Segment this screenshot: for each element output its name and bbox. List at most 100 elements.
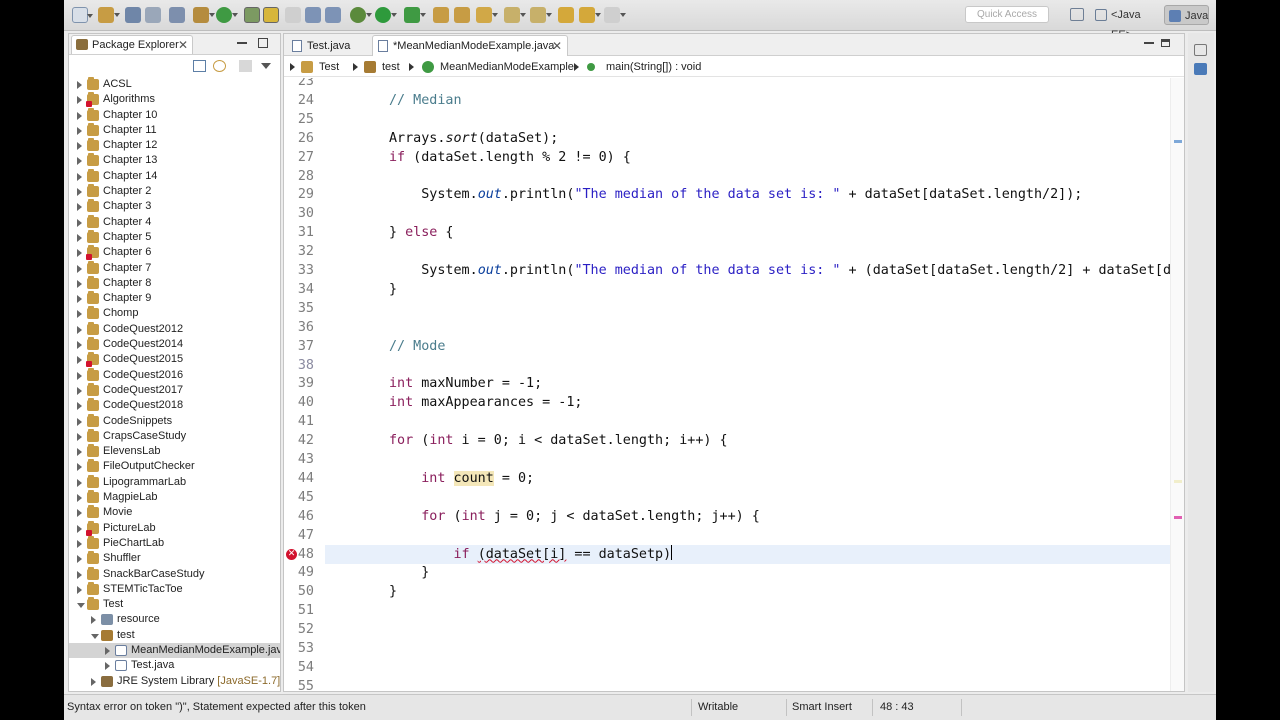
forward-icon[interactable] bbox=[604, 7, 626, 23]
chevron-right-icon[interactable] bbox=[77, 570, 82, 579]
save-icon[interactable] bbox=[125, 7, 141, 23]
tree-item[interactable]: FileOutputChecker bbox=[69, 459, 280, 474]
tree-item[interactable]: Shuffler bbox=[69, 551, 280, 566]
code-line[interactable]: 51 bbox=[284, 601, 1170, 620]
tree-item[interactable]: Chapter 14 bbox=[69, 168, 280, 184]
overview-marker[interactable] bbox=[1174, 140, 1182, 143]
tree-item[interactable]: CodeQuest2017 bbox=[69, 382, 280, 398]
tree-item[interactable]: CodeSnippets bbox=[69, 413, 280, 429]
chevron-right-icon[interactable] bbox=[77, 432, 82, 441]
tree-item[interactable]: Movie bbox=[69, 505, 280, 520]
code-line[interactable]: 24 // Median bbox=[284, 91, 1170, 110]
previous-annotation-icon[interactable] bbox=[530, 7, 552, 23]
mark-occurrences-icon[interactable] bbox=[244, 7, 260, 23]
chevron-right-icon[interactable] bbox=[77, 310, 82, 319]
external-tools-icon[interactable] bbox=[404, 7, 426, 23]
chevron-right-icon[interactable] bbox=[77, 96, 82, 105]
error-icon[interactable]: ✕ bbox=[286, 548, 297, 560]
breadcrumb-method[interactable]: main(String[]) : void bbox=[606, 57, 701, 77]
chevron-down-icon[interactable] bbox=[77, 603, 85, 609]
tree-item[interactable]: Chapter 9 bbox=[69, 291, 280, 306]
chevron-right-icon[interactable] bbox=[77, 203, 82, 212]
tab-test-java[interactable]: Test.java bbox=[286, 35, 372, 56]
chevron-down-icon[interactable] bbox=[91, 633, 99, 639]
chevron-right-icon[interactable] bbox=[77, 233, 82, 242]
chevron-right-icon[interactable] bbox=[77, 386, 82, 395]
minimize-icon[interactable] bbox=[1144, 42, 1154, 44]
chevron-right-icon[interactable] bbox=[91, 677, 96, 686]
code-line[interactable]: 35 bbox=[284, 299, 1170, 318]
tree-item[interactable]: Chomp bbox=[69, 306, 280, 321]
breadcrumb-package[interactable]: test bbox=[382, 57, 400, 77]
tree-item[interactable]: CodeQuest2016 bbox=[69, 367, 280, 383]
tree-item[interactable]: ACSL bbox=[69, 77, 280, 92]
server-icon[interactable] bbox=[193, 7, 215, 23]
code-line[interactable]: 25 bbox=[284, 110, 1170, 129]
tree-item[interactable]: Chapter 11 bbox=[69, 122, 280, 138]
chevron-right-icon[interactable] bbox=[77, 325, 82, 334]
search-icon[interactable] bbox=[476, 7, 498, 23]
tree-item[interactable]: MeanMedianModeExample.java bbox=[69, 642, 280, 659]
chevron-right-icon[interactable] bbox=[77, 218, 82, 227]
code-line[interactable]: 45 bbox=[284, 488, 1170, 507]
code-line[interactable]: 29 System.out.println("The median of the… bbox=[284, 185, 1170, 204]
code-line[interactable]: 52 bbox=[284, 620, 1170, 639]
overview-marker[interactable] bbox=[1174, 480, 1182, 483]
view-menu-icon[interactable] bbox=[261, 63, 271, 69]
tree-item[interactable]: MagpieLab bbox=[69, 490, 280, 505]
run-icon[interactable] bbox=[375, 7, 397, 23]
chevron-right-icon[interactable] bbox=[77, 494, 82, 503]
tree-item[interactable]: CodeQuest2015 bbox=[69, 352, 280, 368]
code-line[interactable]: 49 } bbox=[284, 563, 1170, 582]
maximize-icon[interactable] bbox=[1161, 39, 1170, 47]
debug-icon[interactable] bbox=[350, 7, 372, 23]
skip-breakpoints-icon[interactable] bbox=[169, 7, 185, 23]
chevron-right-icon[interactable] bbox=[77, 463, 82, 472]
chevron-right-icon[interactable] bbox=[105, 662, 110, 671]
tree-item[interactable]: CodeQuest2018 bbox=[69, 398, 280, 413]
code-line[interactable]: 37 // Mode bbox=[284, 337, 1170, 356]
code-line[interactable]: 55 bbox=[284, 677, 1170, 691]
code-editor[interactable]: 23 24 // Median 25 26 Arrays.sort(dataSet); 27… bbox=[284, 78, 1170, 691]
tree-item[interactable]: Chapter 7 bbox=[69, 260, 280, 276]
tree-item[interactable]: Chapter 5 bbox=[69, 229, 280, 245]
open-perspective-icon[interactable] bbox=[1070, 8, 1084, 21]
breadcrumb-project[interactable]: Test bbox=[319, 57, 339, 77]
code-line[interactable]: 41 bbox=[284, 412, 1170, 431]
open-project-icon[interactable] bbox=[98, 7, 120, 23]
collapse-all-icon[interactable] bbox=[193, 60, 206, 72]
last-edit-icon[interactable] bbox=[558, 7, 574, 23]
chevron-right-icon[interactable] bbox=[77, 126, 82, 135]
code-line[interactable]: 46 for (int j = 0; j < dataSet.length; j… bbox=[284, 507, 1170, 526]
chevron-right-icon[interactable] bbox=[77, 539, 82, 548]
chevron-right-icon[interactable] bbox=[77, 341, 82, 350]
chevron-right-icon[interactable] bbox=[105, 646, 110, 655]
close-icon[interactable]: ✕ bbox=[178, 36, 188, 54]
new-package-icon[interactable] bbox=[433, 7, 449, 23]
maximize-icon[interactable] bbox=[258, 38, 268, 48]
tree-item[interactable]: Chapter 6 bbox=[69, 245, 280, 261]
tab-package-explorer[interactable]: Package Explorer ✕ bbox=[71, 35, 193, 54]
chevron-right-icon[interactable] bbox=[77, 555, 82, 564]
toggle-breadcrumb-icon[interactable] bbox=[305, 7, 321, 23]
chevron-right-icon[interactable] bbox=[77, 172, 82, 181]
tree-item[interactable]: PictureLab bbox=[69, 520, 280, 536]
breadcrumb-class[interactable]: MeanMedianModeExample bbox=[440, 57, 574, 77]
chevron-right-icon[interactable] bbox=[77, 142, 82, 151]
tree-item[interactable]: Algorithms bbox=[69, 92, 280, 108]
chevron-right-icon[interactable] bbox=[91, 616, 96, 625]
tree-item[interactable]: ElevensLab bbox=[69, 444, 280, 459]
chevron-right-icon[interactable] bbox=[77, 81, 82, 89]
tree-item[interactable]: PieChartLab bbox=[69, 535, 280, 551]
focus-icon[interactable] bbox=[239, 60, 252, 72]
code-line[interactable]: 38 bbox=[284, 356, 1170, 375]
refresh-icon[interactable] bbox=[216, 7, 238, 23]
tree-item[interactable]: CodeQuest2014 bbox=[69, 337, 280, 352]
tree-item[interactable]: SnackBarCaseStudy bbox=[69, 566, 280, 582]
quick-access-input[interactable]: Quick Access bbox=[965, 6, 1049, 23]
highlight-icon[interactable] bbox=[263, 7, 279, 23]
chevron-right-icon[interactable] bbox=[77, 157, 82, 166]
code-line[interactable]: 47 bbox=[284, 526, 1170, 545]
code-line[interactable]: 40 int maxAppearances = -1; bbox=[284, 393, 1170, 412]
minimize-icon[interactable] bbox=[237, 42, 247, 44]
